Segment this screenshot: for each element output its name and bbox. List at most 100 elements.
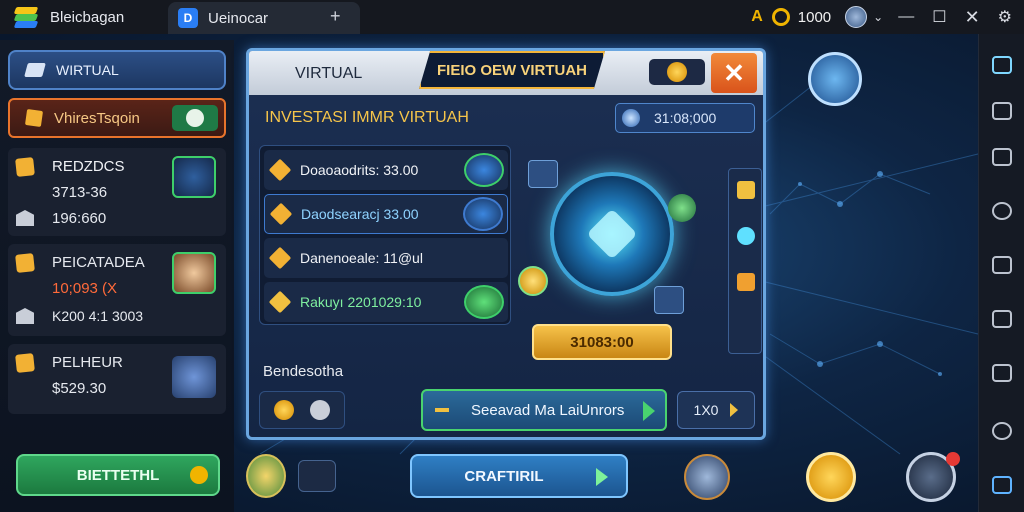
list-item[interactable]: PEICATADEA 10;093 (X K200 4:1 3003 (8, 244, 226, 336)
wallet-icon (24, 108, 44, 128)
bluetooth-icon[interactable] (464, 153, 504, 187)
badge-icon (15, 157, 35, 177)
globe-icon (622, 109, 640, 127)
card-thumbnail (172, 156, 216, 198)
active-tab[interactable]: VhiresTsqoin (8, 98, 226, 138)
send-button[interactable]: Seeavad Ma LaiUnrors (421, 389, 667, 431)
card-line: 196:660 (52, 210, 107, 227)
notification-badge (946, 452, 960, 466)
dialog-banner: FIEIO OEW VIRTUAH (419, 51, 605, 89)
cube-icon (528, 160, 558, 188)
coin-icon (190, 466, 208, 484)
app-logo-icon (12, 5, 40, 29)
token-icon[interactable] (464, 285, 504, 319)
coin-icon (771, 8, 790, 26)
profile-icon[interactable] (845, 6, 868, 28)
virtual-tab[interactable]: WIRTUAL (8, 50, 226, 90)
coin-icon (518, 266, 548, 296)
window-icon[interactable] (992, 148, 1012, 166)
primary-action-label: BIETTETHL (76, 466, 160, 484)
list-item[interactable]: REDZDCS 3713-36 196:660 (8, 148, 226, 236)
asset-row[interactable]: Danenoeale: 11@ul (264, 238, 508, 278)
cube-icon (654, 286, 684, 314)
minimize-icon[interactable]: — (898, 8, 914, 26)
card-title: REDZDCS (52, 158, 125, 175)
window-controls: A 1000 ⌄ — ☐ ✕ ⚙ (742, 0, 1024, 34)
card-line: 10;093 (X (52, 280, 118, 297)
count-button[interactable]: 1X0 (677, 391, 755, 429)
new-tab-button[interactable]: + (330, 6, 341, 27)
primary-action-button[interactable]: BIETTETHL (16, 454, 220, 496)
card-line: K200 4:1 3003 (52, 308, 144, 324)
trophy-icon[interactable] (737, 273, 755, 291)
share-icon[interactable] (992, 102, 1012, 120)
close-icon[interactable]: ✕ (965, 7, 980, 28)
asset-row[interactable]: Rakuyı 2201029:10 (264, 282, 508, 322)
rotate-icon[interactable] (992, 422, 1012, 440)
orb-icon[interactable] (737, 227, 755, 245)
maximize-icon[interactable]: ☐ (932, 7, 946, 27)
section-label: Bendesotha (263, 363, 344, 380)
banner-label: FIEIO OEW VIRTUAH (437, 61, 587, 79)
close-button[interactable]: ✕ (711, 53, 757, 93)
tab-app-icon: D (178, 8, 198, 28)
coin-icon[interactable] (274, 400, 294, 420)
play-icon (596, 468, 608, 486)
asset-label: Daodsearacj 33.00 (301, 206, 419, 222)
asset-label: Rakuyı 2201029:10 (300, 294, 422, 310)
asset-label: Doaoaodrits: 33.00 (300, 162, 419, 178)
toggle-switch[interactable] (172, 105, 218, 131)
right-toolbar (978, 34, 1024, 512)
balance-value: 31:08;000 (654, 110, 717, 126)
gold-coin-button[interactable] (806, 452, 856, 502)
play-icon (730, 403, 739, 417)
coin-icon (667, 62, 687, 82)
gear-icon[interactable] (992, 202, 1012, 220)
send-button-label: Seeavad Ma LaiUnrors (471, 401, 625, 419)
asset-list: Doaoaodrits: 33.00 Daodsearacj 33.00 Dan… (259, 145, 511, 325)
crypto-icon[interactable] (463, 197, 503, 231)
dialog-heading: INVESTASI IMMR VIRTUAH (265, 109, 469, 126)
asset-row[interactable]: Doaoaodrits: 33.00 (264, 150, 508, 190)
settings-icon[interactable]: ⚙ (998, 7, 1012, 27)
asset-label: Danenoeale: 11@ul (300, 250, 423, 266)
emblem-value: 31083:00 (570, 333, 634, 351)
pet-icon[interactable] (310, 400, 330, 420)
badge-icon (15, 253, 35, 273)
dialog-title: VIRTUAL (295, 65, 363, 82)
record-icon[interactable] (992, 364, 1012, 382)
gem-icon (269, 202, 293, 226)
card-line: $529.30 (52, 380, 107, 397)
layers-icon[interactable] (992, 476, 1012, 494)
list-item[interactable]: PELHEUR $529.30 (8, 344, 226, 414)
chart-icon (16, 308, 34, 324)
image-icon[interactable] (737, 181, 755, 199)
screenshot-icon[interactable] (992, 310, 1012, 328)
asset-row[interactable]: Daodsearacj 33.00 (264, 194, 508, 234)
shield-icon[interactable] (992, 56, 1012, 74)
card-thumbnail (172, 252, 216, 294)
download-icon[interactable] (808, 52, 862, 106)
arrow-right-icon (643, 401, 655, 421)
chart-icon (16, 210, 34, 226)
count-label: 1X0 (693, 402, 719, 418)
shield-button[interactable] (298, 460, 336, 492)
side-tools (728, 168, 762, 354)
card-thumbnail (172, 356, 216, 398)
left-panel: WIRTUAL VhiresTsqoin REDZDCS 3713-36 196… (0, 40, 234, 512)
quick-actions (259, 391, 345, 429)
emblem-value-badge: 31083:00 (532, 324, 672, 360)
card-title: PEICATADEA (52, 254, 145, 271)
alert-icon[interactable]: A (751, 8, 763, 26)
gem-icon (268, 246, 292, 270)
coin-badge (649, 59, 705, 85)
badge-button[interactable] (246, 454, 286, 498)
virtual-label: WIRTUAL (56, 62, 119, 78)
craft-button[interactable]: CRAFTIRIL (410, 454, 628, 498)
balance-field: 31:08;000 (615, 103, 755, 133)
virtual-icon (24, 63, 46, 77)
media-icon[interactable] (992, 256, 1012, 274)
dropdown-icon[interactable]: ⌄ (873, 10, 883, 24)
app-title: Bleicbagan (50, 8, 125, 26)
character-button[interactable] (684, 454, 730, 500)
